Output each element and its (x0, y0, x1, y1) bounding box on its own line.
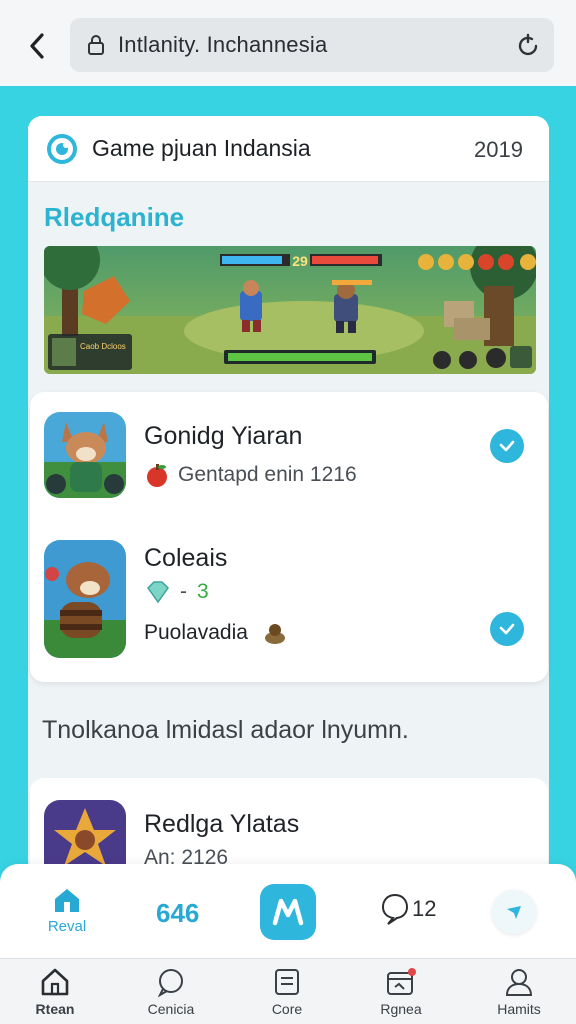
rating-separator: - (180, 580, 187, 603)
document-icon (275, 969, 299, 995)
app-subtitle-row: Gentapd enin 1216 (144, 462, 357, 488)
calendar-icon (387, 968, 416, 995)
m-logo-icon (272, 898, 304, 926)
center-action-button[interactable] (260, 884, 316, 940)
game-scene-image: 29 Caob Dcloos (44, 246, 536, 374)
banner-hud-label: Caob Dcloos (80, 342, 126, 351)
header-year: 2019 (474, 137, 523, 162)
app-title: Redlga Ylatas (144, 810, 300, 838)
tab-core[interactable]: Core (242, 967, 332, 1023)
app-extra-row: Puolavadia (144, 620, 288, 646)
app-icon (44, 412, 126, 498)
app-list-card: Gonidg Yiaran Gentapd enin 1216 Coleais … (30, 392, 548, 682)
check-icon (499, 440, 515, 452)
tab-label: Cenicia (147, 1001, 195, 1017)
browser-bar: Intlanity. Inchannesia (0, 0, 576, 86)
back-button[interactable] (20, 26, 54, 66)
tab-profile[interactable]: Hamits (474, 967, 564, 1023)
check-icon (499, 623, 515, 635)
chat-count: 12 (412, 896, 437, 921)
tab-label: Hamits (497, 1001, 541, 1017)
tab-chat[interactable]: Cenicia (126, 967, 216, 1023)
count-label[interactable]: 646 (156, 898, 199, 929)
sheet-header: Game pjuan Indansia 2019 (28, 116, 549, 182)
app-title: Gonidg Yiaran (144, 422, 303, 450)
gem-icon (147, 581, 169, 604)
check-button[interactable] (490, 612, 524, 646)
tab-label: Core (271, 1001, 303, 1017)
rating-value: 3 (197, 580, 209, 603)
page-title: Game pjuan Indansia (92, 135, 311, 161)
bag-icon (264, 624, 285, 644)
reload-icon[interactable] (514, 32, 542, 60)
lock-icon (88, 35, 104, 55)
home-icon (41, 968, 69, 996)
section-heading: Tnolkanoa lmidasl adaor lnyumn. (42, 716, 409, 744)
url-bar[interactable]: Intlanity. Inchannesia (70, 18, 554, 72)
reveal-button[interactable]: Reval (32, 886, 102, 946)
home-filled-icon (55, 889, 79, 912)
apple-icon (147, 464, 167, 487)
app-logo-icon (47, 133, 77, 164)
send-button[interactable] (492, 890, 536, 934)
send-icon (507, 906, 521, 919)
tab-home[interactable]: Rtean (10, 967, 100, 1023)
url-text: Intlanity. Inchannesia (118, 32, 328, 57)
chevron-left-icon (30, 33, 44, 59)
chat-icon (157, 969, 183, 997)
action-bar: Reval 646 12 (0, 864, 576, 958)
section-title: Rledqanine (44, 202, 185, 232)
bottom-tab-bar: Rtean Cenicia Core Rgnea Hamits (0, 958, 576, 1024)
reveal-label: Reval (47, 918, 87, 935)
check-button[interactable] (490, 429, 524, 463)
tab-label: Rgnea (380, 1001, 422, 1017)
tab-label: Rtean (35, 1001, 75, 1017)
app-icon (44, 540, 126, 658)
banner-score: 29 (292, 253, 308, 269)
game-banner[interactable]: 29 Caob Dcloos (44, 246, 536, 374)
app-subtitle: Gentapd enin 1216 (178, 463, 357, 486)
profile-icon (505, 969, 533, 996)
app-extra: Puolavadia (144, 621, 248, 644)
app-rating-row: - 3 (144, 580, 209, 604)
chat-count-button[interactable]: 12 (380, 892, 436, 926)
tab-calendar[interactable]: Rgnea (356, 967, 446, 1023)
chat-bubble-icon (381, 893, 409, 925)
app-title: Coleais (144, 544, 228, 572)
